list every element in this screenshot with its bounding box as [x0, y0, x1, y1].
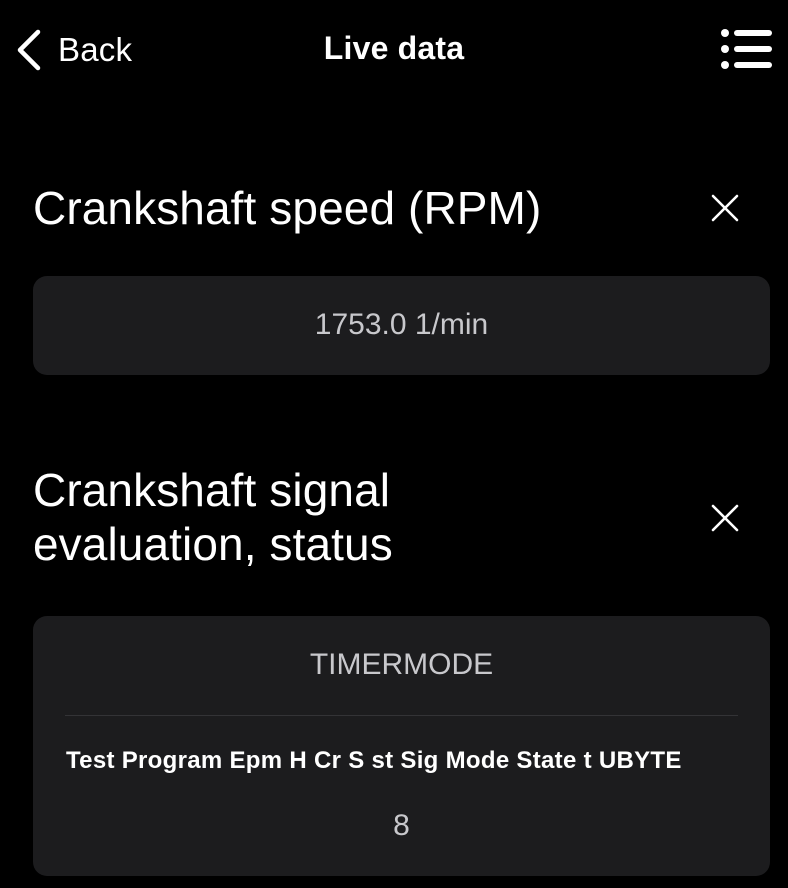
parameter-value-card: 1753.0 1/min [33, 276, 770, 375]
parameter-title: Crankshaft speed (RPM) [33, 182, 542, 234]
parameter-value: TIMERMODE [309, 648, 494, 681]
remove-parameter-button[interactable] [708, 501, 742, 535]
navigation-bar: Back Live data [0, 0, 788, 100]
card-divider [65, 715, 738, 716]
parameter-title-line: Crankshaft signal [33, 464, 391, 516]
parameter-value-card: TIMERMODE Test Program Epm H Cr S st Sig… [33, 616, 770, 876]
parameter-detail-value: 8 [393, 809, 410, 842]
parameter-title-line: evaluation, status [33, 518, 393, 570]
menu-button[interactable] [716, 26, 776, 72]
list-menu-icon [721, 29, 772, 69]
page-title: Live data [323, 30, 465, 66]
close-icon [711, 194, 739, 222]
remove-parameter-button[interactable] [708, 191, 742, 225]
parameter-title: Crankshaft signal evaluation, status [33, 463, 633, 571]
close-icon [711, 504, 739, 532]
parameter-value: 1753.0 1/min [314, 308, 489, 341]
live-data-screen: Back Live data Crankshaft speed (RPM) 17… [0, 0, 788, 888]
parameter-detail-label: Test Program Epm H Cr S st Sig Mode Stat… [66, 747, 682, 774]
